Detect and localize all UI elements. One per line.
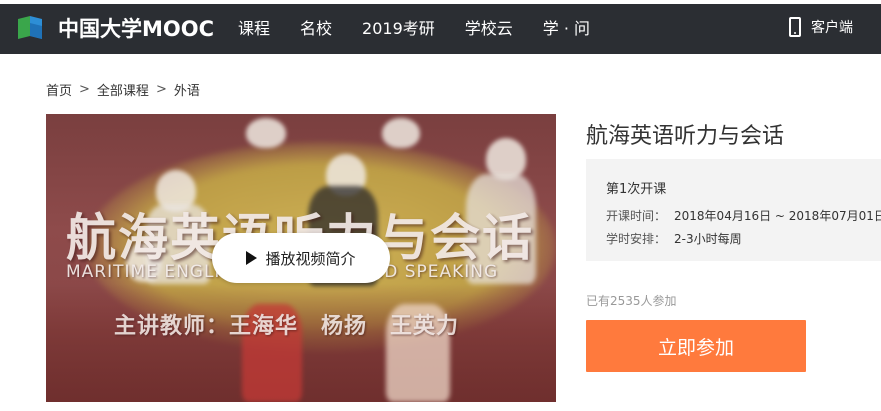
nav-item-schools[interactable]: 名校: [300, 15, 332, 39]
breadcrumb-foreign-language[interactable]: 外语: [174, 80, 200, 99]
video-figure: [246, 118, 286, 148]
term-info-box: 第1次开课 开课时间： 2018年04月16日 ~ 2018年07月01日 学时安…: [586, 159, 881, 261]
play-intro-button[interactable]: 播放视频简介: [212, 233, 390, 283]
client-download-link[interactable]: 客户端: [789, 0, 853, 54]
schedule-label: 开课时间：: [606, 209, 667, 223]
term-schedule-row: 开课时间： 2018年04月16日 ~ 2018年07月01日: [606, 207, 881, 224]
join-course-button[interactable]: 立即参加: [586, 320, 806, 372]
nav-item-xuewen[interactable]: 学 · 问: [543, 15, 590, 39]
breadcrumb: 首页 > 全部课程 > 外语: [46, 80, 200, 99]
video-teachers: 主讲教师：王海华 杨扬 王英力: [114, 314, 460, 339]
logo-text: 中国大学MOOC: [58, 17, 215, 41]
breadcrumb-separator: >: [79, 82, 90, 97]
mobile-phone-icon: [789, 17, 801, 37]
course-intro-video[interactable]: 航海英语听力与会话 MARITIME ENGLISH LISTENING AND…: [46, 114, 556, 402]
main-nav: 课程 名校 2019考研 学校云 学 · 问: [238, 0, 620, 54]
breadcrumb-separator: >: [155, 82, 167, 97]
breadcrumb-home[interactable]: 首页: [46, 80, 72, 99]
nav-item-school-cloud[interactable]: 学校云: [465, 15, 513, 39]
workload-value: 2-3小时每周: [674, 232, 742, 246]
term-name: 第1次开课: [606, 182, 667, 197]
video-figure: [382, 118, 420, 148]
mooc-logo-icon: [18, 15, 54, 41]
play-icon: [246, 251, 258, 265]
site-logo[interactable]: 中国大学MOOC: [18, 14, 214, 42]
client-label: 客户端: [811, 20, 853, 36]
workload-label: 学时安排：: [606, 232, 667, 246]
nav-item-courses[interactable]: 课程: [238, 15, 270, 39]
course-title: 航海英语听力与会话: [586, 124, 785, 149]
nav-item-kaoyan[interactable]: 2019考研: [362, 15, 435, 39]
breadcrumb-all-courses[interactable]: 全部课程: [97, 80, 149, 99]
play-intro-label: 播放视频简介: [265, 249, 356, 268]
enrolled-count: 已有2535人参加: [586, 294, 677, 308]
schedule-value: 2018年04月16日 ~ 2018年07月01日: [674, 209, 881, 223]
top-navbar: 中国大学MOOC 课程 名校 2019考研 学校云 学 · 问 客户端: [0, 0, 881, 54]
term-workload-row: 学时安排： 2-3小时每周: [606, 230, 742, 247]
